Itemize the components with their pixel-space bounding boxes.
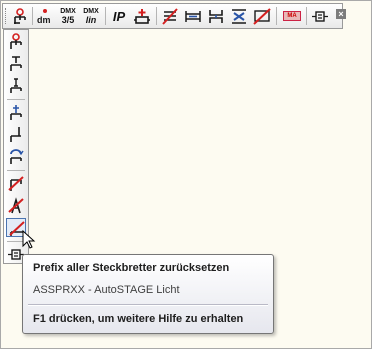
svg-text:dm: dm [37, 15, 51, 25]
add-fixture-icon [133, 8, 151, 25]
fixture-struck-a-button[interactable] [6, 196, 26, 215]
fixture-red-top-icon [7, 33, 25, 50]
tooltip-description: ASSPRXX - AutoSTAGE Licht [33, 284, 180, 296]
tooltip-title: Prefix aller Steckbretter zurücksetzen [33, 262, 230, 274]
fixture-t-button[interactable] [6, 54, 26, 73]
fixture-plus-button[interactable] [6, 103, 26, 122]
add-fixture-button[interactable] [132, 7, 152, 26]
fixture-i-button[interactable] [6, 76, 26, 95]
sort-blue-icon [230, 8, 248, 25]
ma-logo-icon: MA [283, 11, 301, 21]
fixture-red-top-button[interactable] [10, 7, 30, 26]
fixture-rotate-icon [7, 148, 25, 165]
reset-lines-icon [161, 8, 179, 25]
toolbar-close-button[interactable]: × [336, 9, 346, 19]
vertical-toolbar [3, 29, 29, 264]
dmx-3-5-icon: DMX 3/5 [60, 8, 76, 25]
dmx-lin-icon: DMX lin [83, 8, 99, 25]
fixture-red-top-icon [11, 8, 29, 25]
toolbar-grip[interactable] [5, 8, 8, 24]
cancel-crossed-icon [253, 8, 271, 25]
cancel-crossed-button[interactable] [252, 7, 272, 26]
fixture-plus-icon [7, 104, 25, 121]
tooltip: Prefix aller Steckbretter zurücksetzen A… [22, 254, 274, 334]
fixture-struck-icon [7, 175, 25, 192]
bracket-button[interactable] [206, 7, 226, 26]
tooltip-help-text: F1 drücken, um weitere Hilfe zu erhalten [33, 313, 244, 325]
bracket-icon [207, 8, 225, 25]
connector-icon [311, 8, 329, 25]
fixture-hook-icon [7, 126, 25, 143]
bridge-button[interactable] [183, 7, 203, 26]
fixture-red-top-button-v[interactable] [6, 32, 26, 51]
connector-button[interactable] [310, 7, 330, 26]
reset-lines-button[interactable] [160, 7, 180, 26]
dmx-channel-icon: dm [36, 8, 54, 25]
mouse-cursor-icon [22, 229, 36, 250]
dmx-3-5-button[interactable]: DMX 3/5 [58, 7, 78, 26]
ip-address-icon: IP [112, 9, 126, 24]
fixture-t-icon [7, 55, 25, 72]
bridge-icon [184, 8, 202, 25]
fixture-struck-a-icon [7, 197, 25, 214]
ma-logo-button[interactable]: MA [282, 7, 302, 26]
fixture-hook-button[interactable] [6, 125, 26, 144]
fixture-struck-button[interactable] [6, 174, 26, 193]
ip-address-button[interactable]: IP [109, 7, 129, 26]
fixture-i-icon [7, 77, 25, 94]
sort-blue-button[interactable] [229, 7, 249, 26]
tooltip-divider [28, 304, 268, 306]
dmx-channel-button[interactable]: dm [35, 7, 55, 26]
fixture-rotate-button[interactable] [6, 147, 26, 166]
dmx-lin-button[interactable]: DMX lin [81, 7, 101, 26]
horizontal-toolbar: dm DMX 3/5 DMX lin IP MA × [2, 3, 346, 29]
